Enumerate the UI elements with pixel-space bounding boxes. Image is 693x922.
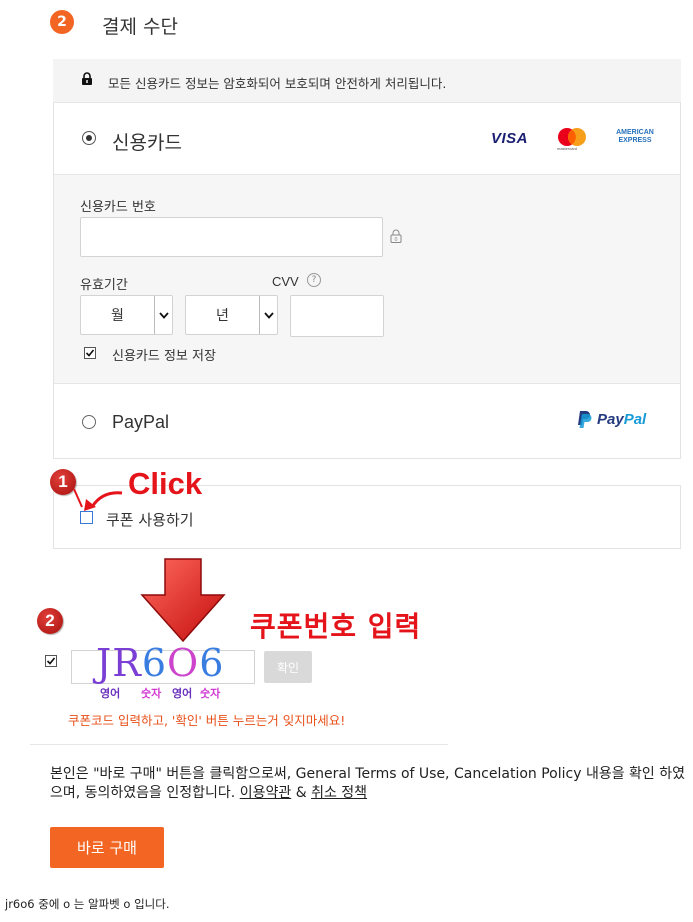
paypal-logo-pal: Pal [623, 411, 647, 428]
sub-label-eng-1: 영어 [100, 687, 121, 700]
click-annotation: Click [128, 466, 203, 501]
cvv-label: CVV [272, 274, 299, 289]
card-number-input[interactable] [80, 217, 383, 257]
month-select[interactable]: 월 [80, 295, 173, 335]
terms-amp: & [295, 785, 307, 801]
year-select[interactable]: 년 [185, 295, 278, 335]
amex-line2: EXPRESS [618, 137, 652, 144]
down-arrow-icon [140, 558, 226, 643]
svg-text:0: 0 [394, 237, 397, 243]
cancel-policy-link[interactable]: 취소 정책 [311, 785, 367, 801]
paypal-logo-pay: Pay [597, 411, 624, 428]
footnote: jr6o6 중에 o 는 알파벳 o 입니다. [5, 897, 170, 911]
terms-link[interactable]: 이용약관 [240, 785, 292, 801]
save-card-label[interactable]: 신용카드 정보 저장 [112, 345, 216, 364]
cvv-input[interactable] [290, 295, 384, 337]
coupon-reminder-text: 쿠폰코드 입력하고, '확인' 버튼 누르는거 잊지마세요! [68, 713, 346, 728]
credit-card-label[interactable]: 신용카드 [112, 128, 182, 155]
check-icon [46, 657, 56, 665]
coupon-hint-title: 쿠폰번호 입력 [250, 610, 422, 643]
sub-label-num-2: 숫자 [200, 687, 221, 700]
terms-text: 본인은 "바로 구매" 버튼을 클릭함으로써, General Terms of… [50, 765, 690, 803]
section-title: 결제 수단 [102, 16, 178, 38]
lock-icon [82, 72, 92, 85]
credit-card-radio[interactable] [82, 131, 96, 145]
mastercard-logo: mastercard [555, 127, 589, 151]
check-icon [85, 349, 95, 357]
visa-logo: VISA [491, 130, 529, 147]
coupon-char-5: 6 [199, 641, 225, 685]
mastercard-wordmark: mastercard [557, 146, 578, 151]
coupon-confirm-button[interactable]: 확인 [264, 651, 312, 683]
paypal-logo: Pay Pal [576, 410, 646, 429]
paypal-p-icon [578, 411, 592, 428]
coupon-char-3: 6 [141, 641, 168, 685]
click-arrow-icon [73, 488, 123, 511]
help-icon[interactable]: ? [307, 273, 321, 287]
sub-label-num-1: 숫자 [141, 687, 162, 700]
terms-body: 본인은 "바로 구매" 버튼을 클릭함으로써, General Terms of… [50, 766, 686, 801]
coupon-checked-checkbox[interactable] [45, 655, 57, 667]
amex-line1: AMERICAN [616, 129, 654, 136]
save-card-checkbox[interactable] [84, 347, 96, 359]
card-number-label: 신용카드 번호 [80, 200, 156, 215]
chevron-down-icon [259, 296, 277, 334]
paypal-label[interactable]: PayPal [112, 412, 169, 433]
step-badge: 2 [50, 10, 74, 34]
annotation-step-2: 2 [37, 608, 63, 634]
paypal-radio[interactable] [82, 415, 96, 429]
coupon-code-value: JR6O6 [96, 641, 224, 685]
chevron-down-icon [154, 296, 172, 334]
month-select-value: 월 [111, 308, 124, 324]
year-select-value: 년 [216, 308, 229, 324]
coupon-char-1: J [96, 641, 113, 685]
buy-now-button[interactable]: 바로 구매 [50, 827, 164, 868]
secure-notice-text: 모든 신용카드 정보는 암호화되어 보호되며 안전하게 처리됩니다. [108, 76, 447, 91]
coupon-char-2: R [112, 641, 142, 685]
divider [30, 744, 448, 745]
expiry-label: 유효기간 [80, 278, 128, 293]
card-lock-icon: 0 [390, 229, 402, 243]
sub-label-eng-2: 영어 [172, 687, 193, 700]
amex-logo: AMERICAN EXPRESS [610, 129, 660, 145]
coupon-char-4: O [167, 641, 200, 685]
